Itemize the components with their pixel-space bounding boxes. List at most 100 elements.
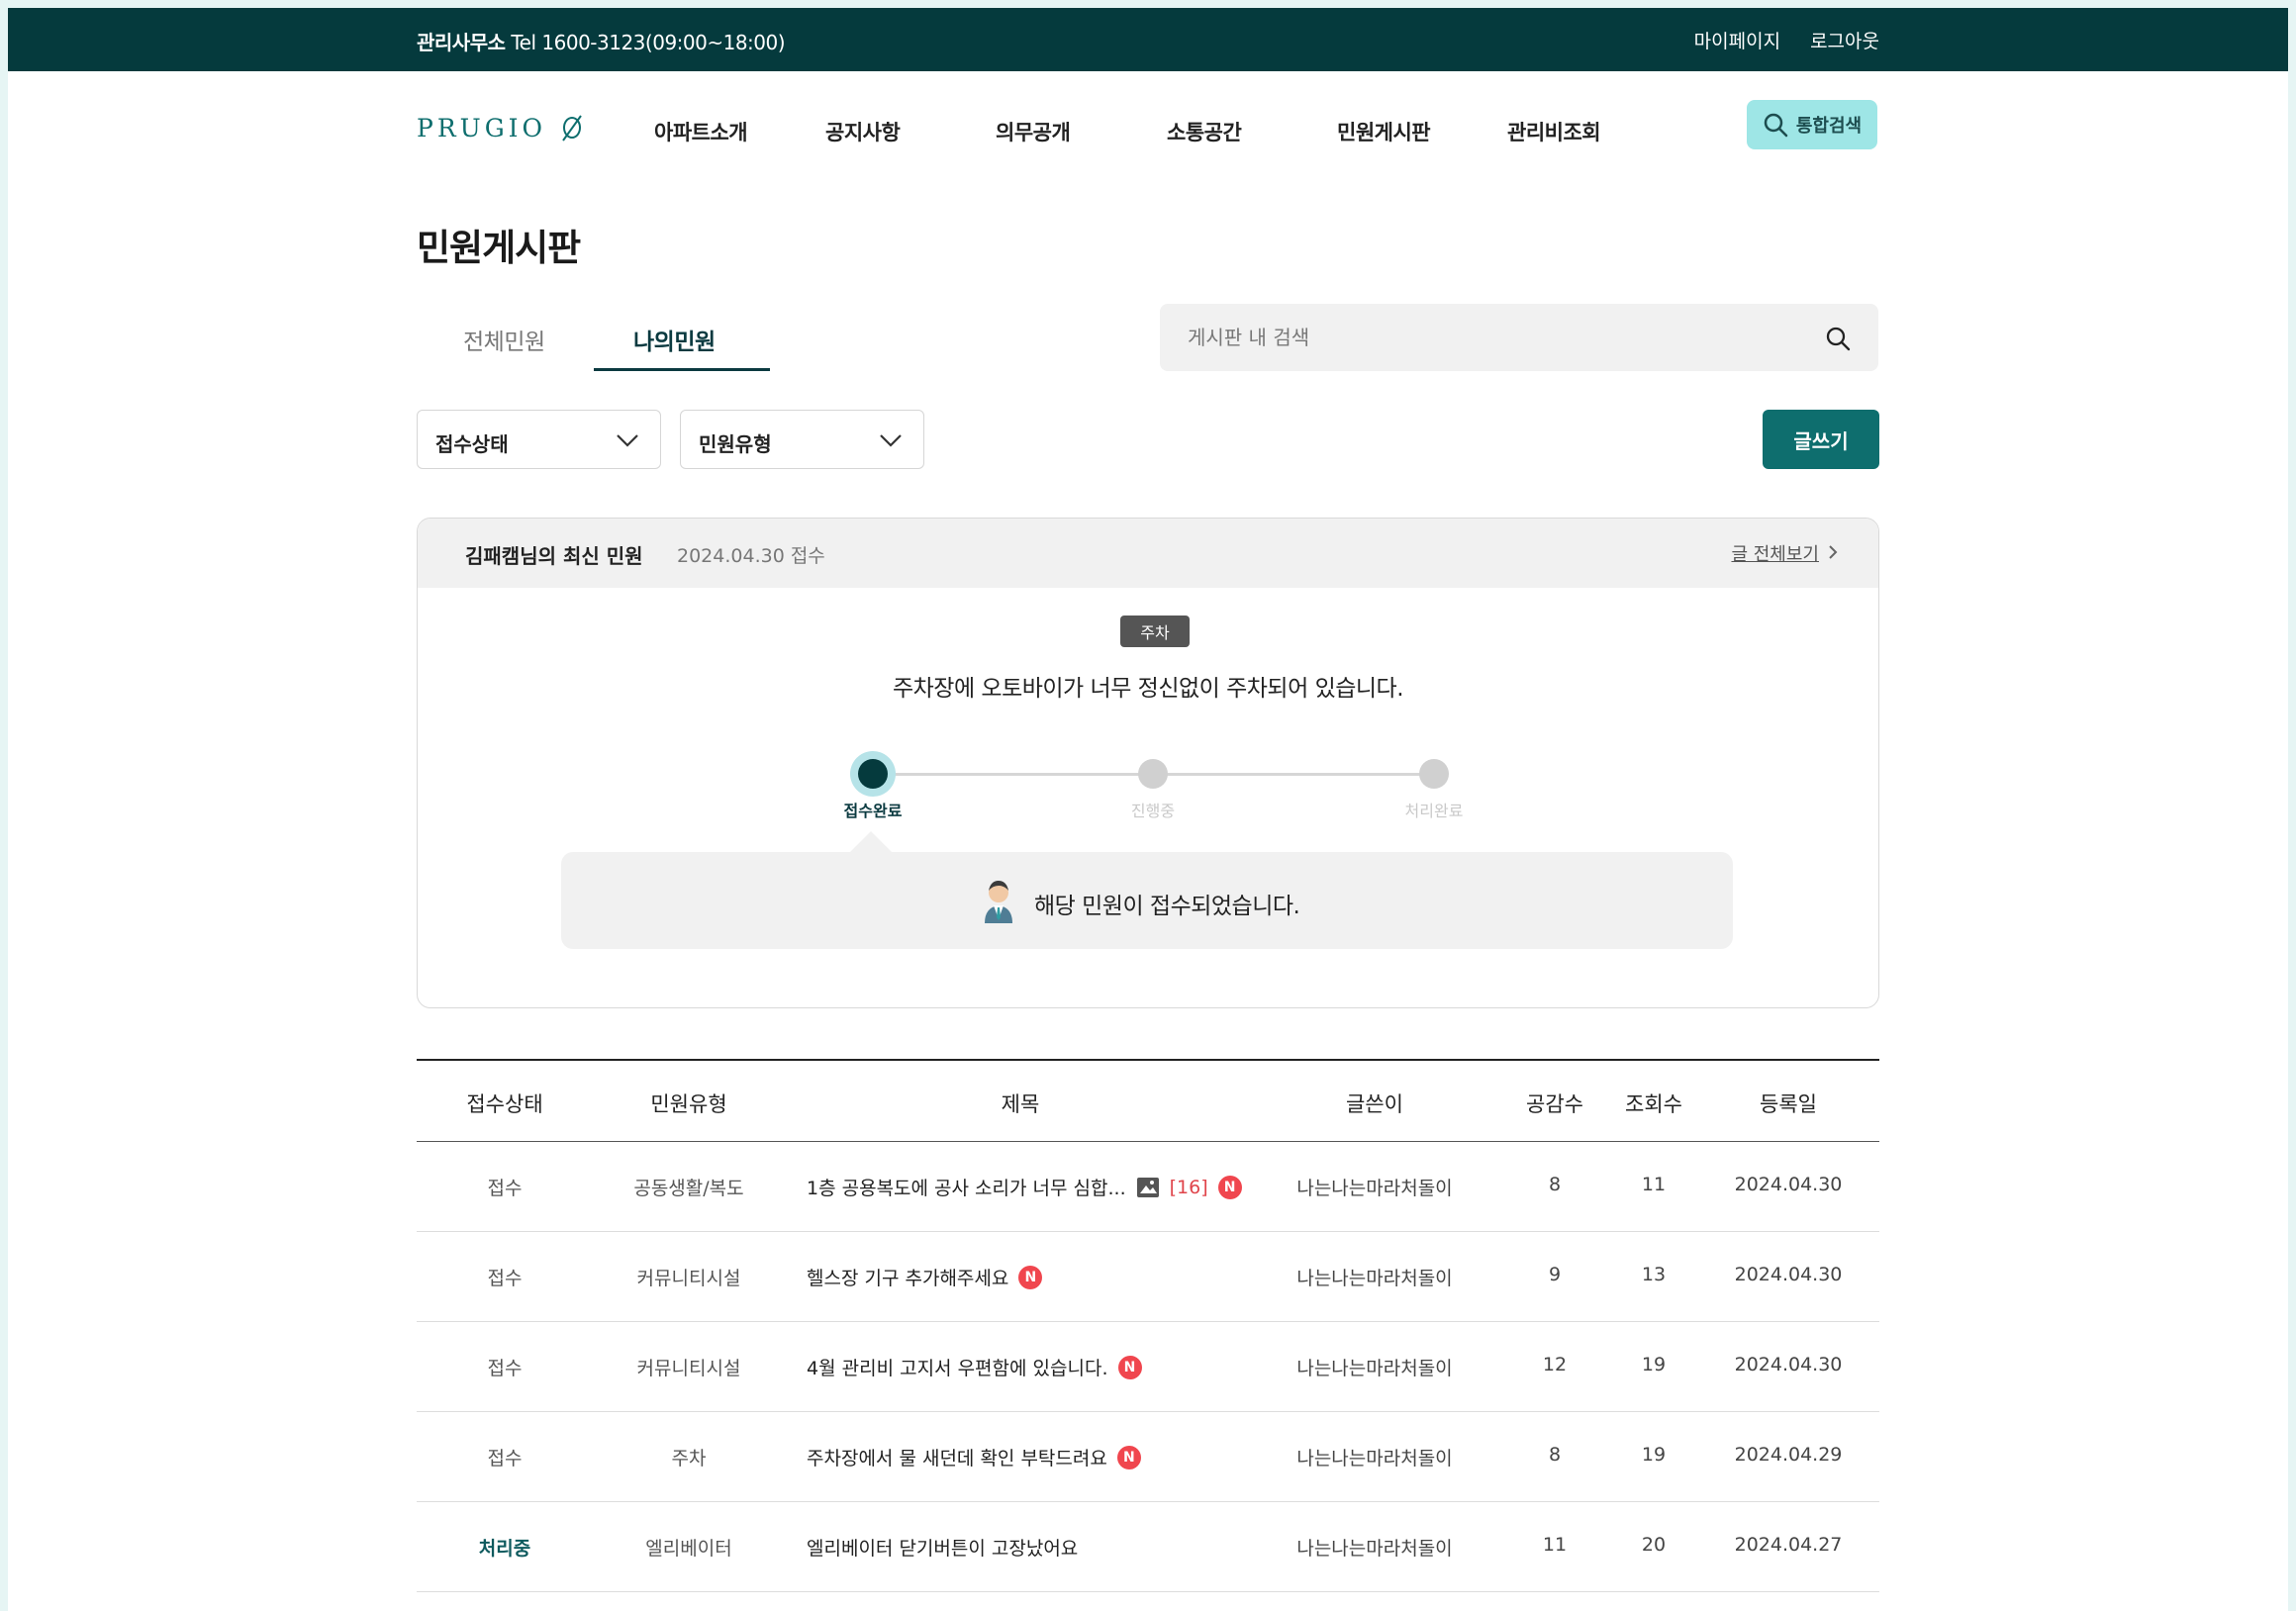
row-author: 나는나는마라처돌이 — [1296, 1268, 1453, 1289]
th-views: 조회수 — [1625, 1092, 1682, 1116]
step-label-completed: 처리완료 — [1404, 802, 1464, 820]
row-views: 19 — [1641, 1444, 1667, 1466]
chevron-right-icon[interactable] — [1827, 544, 1839, 560]
nav-apartment[interactable]: 아파트소개 — [654, 117, 748, 146]
page-title: 민원게시판 — [417, 227, 581, 269]
type-select[interactable]: 민원유형 — [680, 410, 924, 469]
th-author: 글쓴이 — [1346, 1092, 1403, 1116]
nav-community[interactable]: 소통공간 — [1167, 117, 1242, 146]
step-dot-in-progress — [1138, 759, 1168, 789]
row-views: 19 — [1641, 1354, 1667, 1375]
tab-my-complaints[interactable]: 나의민원 — [633, 323, 716, 356]
row-date: 2024.04.30 — [1734, 1264, 1843, 1285]
row-status: 접수 — [487, 1178, 523, 1199]
chevron-down-icon — [617, 434, 638, 447]
row-type: 공동생활/복도 — [633, 1178, 744, 1199]
tab-all-complaints[interactable]: 전체민원 — [463, 323, 545, 356]
table-row[interactable]: 접수 공동생활/복도 1층 공용복도에 공사 소리가 너무 심합... [16]… — [417, 1142, 1879, 1232]
status-select[interactable]: 접수상태 — [417, 410, 661, 469]
latest-complaint-card: 김패캠님의 최신 민원 2024.04.30 접수 글 전체보기 주차 주차장에… — [417, 518, 1879, 1008]
logout-link[interactable]: 로그아웃 — [1810, 27, 1879, 53]
row-status: 접수 — [487, 1358, 523, 1379]
nav-disclosure[interactable]: 의무공개 — [996, 117, 1071, 146]
th-type: 민원유형 — [650, 1092, 727, 1116]
row-title: 1층 공용복도에 공사 소리가 너무 심합... — [807, 1178, 1126, 1199]
table-row[interactable]: 접수 주차 주차장에서 물 새던데 확인 부탁드려요 N 나는나는마라처돌이 8… — [417, 1412, 1879, 1502]
row-views: 11 — [1641, 1174, 1667, 1195]
chevron-down-icon — [880, 434, 902, 447]
nav-notice[interactable]: 공지사항 — [825, 117, 901, 146]
category-tag: 주차 — [1120, 616, 1190, 647]
comment-count: [16] — [1169, 1176, 1208, 1198]
row-title-link[interactable]: 주차장에서 물 새던데 확인 부탁드려요 N — [807, 1444, 1141, 1470]
write-button[interactable]: 글쓰기 — [1763, 410, 1879, 469]
table-row[interactable]: 접수 커뮤니티시설 4월 관리비 고지서 우편함에 있습니다. N 나는나는마라… — [417, 1322, 1879, 1412]
status-message: 해당 민원이 접수되었습니다. — [1034, 894, 1300, 919]
top-links: 마이페이지 로그아웃 — [1694, 27, 1879, 53]
status-select-value: 접수상태 — [435, 432, 509, 456]
row-type: 커뮤니티시설 — [636, 1358, 741, 1379]
latest-date: 2024.04.30 접수 — [677, 545, 825, 567]
row-date: 2024.04.30 — [1734, 1174, 1843, 1195]
office-phone: Tel 1600-3123(09:00~18:00) — [511, 31, 786, 54]
table-row[interactable]: 처리중 엘리베이터 엘리베이터 닫기버튼이 고장났어요 나는나는마라처돌이 11… — [417, 1502, 1879, 1592]
page-frame: 관리사무소 Tel 1600-3123(09:00~18:00) 마이페이지 로… — [8, 8, 2288, 1611]
new-badge: N — [1117, 1355, 1142, 1379]
row-author: 나는나는마라처돌이 — [1296, 1538, 1453, 1560]
th-likes: 공감수 — [1526, 1092, 1583, 1116]
row-author: 나는나는마라처돌이 — [1296, 1178, 1453, 1199]
integrated-search-button[interactable]: 통합검색 — [1747, 100, 1877, 149]
office-contact: 관리사무소 Tel 1600-3123(09:00~18:00) — [417, 27, 786, 55]
active-tab-indicator — [594, 368, 770, 371]
staff-avatar-icon — [985, 881, 1012, 923]
board-search-input[interactable] — [1188, 304, 1801, 371]
row-date: 2024.04.30 — [1734, 1354, 1843, 1375]
nav-fees[interactable]: 관리비조회 — [1507, 117, 1601, 146]
row-title-link[interactable]: 엘리베이터 닫기버튼이 고장났어요 — [807, 1534, 1078, 1561]
top-bar: 관리사무소 Tel 1600-3123(09:00~18:00) 마이페이지 로… — [8, 8, 2288, 71]
mypage-link[interactable]: 마이페이지 — [1694, 27, 1780, 53]
row-title-link[interactable]: 1층 공용복도에 공사 소리가 너무 심합... [16] N — [807, 1174, 1242, 1200]
integrated-search-label: 통합검색 — [1795, 116, 1863, 137]
office-label: 관리사무소 — [417, 31, 506, 54]
row-likes: 8 — [1548, 1174, 1562, 1195]
row-type: 엘리베이터 — [645, 1538, 732, 1560]
latest-owner: 김패캠님의 최신 민원 — [465, 544, 643, 568]
th-title: 제목 — [1001, 1092, 1040, 1116]
row-likes: 11 — [1542, 1534, 1568, 1556]
row-title: 헬스장 기구 추가해주세요 — [807, 1268, 1009, 1289]
row-type: 주차 — [671, 1448, 707, 1469]
new-badge: N — [1018, 1265, 1043, 1289]
board-search-box — [1160, 304, 1878, 371]
row-type: 커뮤니티시설 — [636, 1268, 741, 1289]
row-title: 주차장에서 물 새던데 확인 부탁드려요 — [807, 1448, 1107, 1469]
row-title: 4월 관리비 고지서 우편함에 있습니다. — [807, 1358, 1108, 1379]
th-date: 등록일 — [1760, 1092, 1817, 1116]
search-icon[interactable] — [1825, 326, 1851, 351]
logo-text: PRUGIO — [417, 113, 547, 142]
row-status: 접수 — [487, 1448, 523, 1469]
row-status: 접수 — [487, 1268, 523, 1289]
row-date: 2024.04.29 — [1734, 1444, 1843, 1466]
notice-pointer — [849, 831, 893, 853]
search-icon — [1764, 113, 1788, 138]
new-badge: N — [1217, 1175, 1242, 1199]
step-label-received: 접수완료 — [843, 802, 903, 820]
row-title: 엘리베이터 닫기버튼이 고장났어요 — [807, 1538, 1079, 1560]
nav-complaints[interactable]: 민원게시판 — [1337, 117, 1431, 146]
row-status: 처리중 — [478, 1538, 531, 1560]
row-title-link[interactable]: 4월 관리비 고지서 우편함에 있습니다. N — [807, 1354, 1142, 1380]
table-header: 접수상태 민원유형 제목 글쓴이 공감수 조회수 등록일 — [417, 1059, 1879, 1142]
latest-title[interactable]: 주차장에 오토바이가 너무 정신없이 주차되어 있습니다. — [418, 669, 1878, 703]
prugio-logo[interactable]: PRUGIO — [417, 113, 584, 142]
th-status: 접수상태 — [466, 1092, 543, 1116]
view-all-link[interactable]: 글 전체보기 — [1731, 540, 1819, 566]
row-author: 나는나는마라처돌이 — [1296, 1358, 1453, 1379]
card-header: 김패캠님의 최신 민원 2024.04.30 접수 글 전체보기 — [418, 519, 1878, 588]
leaf-icon — [562, 115, 582, 142]
row-likes: 8 — [1548, 1444, 1562, 1466]
new-badge: N — [1116, 1445, 1141, 1469]
table-row[interactable]: 접수 커뮤니티시설 헬스장 기구 추가해주세요 N 나는나는마라처돌이 9 13… — [417, 1232, 1879, 1322]
row-likes: 12 — [1542, 1354, 1568, 1375]
row-title-link[interactable]: 헬스장 기구 추가해주세요 N — [807, 1264, 1043, 1290]
